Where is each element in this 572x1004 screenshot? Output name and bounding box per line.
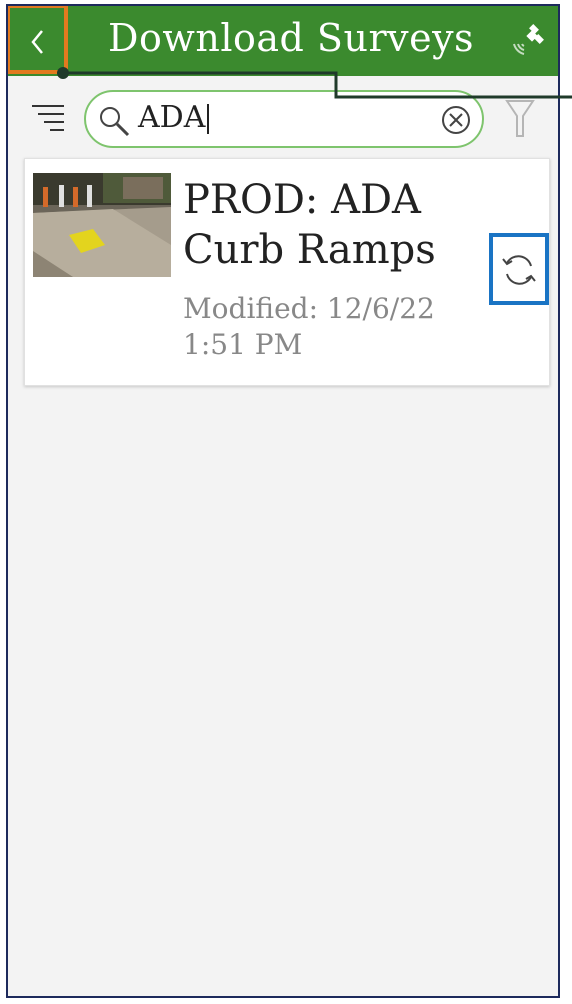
survey-modified-date: Modified: 12/6/22 1:51 PM (183, 292, 435, 361)
survey-thumbnail (33, 173, 171, 277)
survey-list-item[interactable]: PROD: ADA Curb Ramps Modified: 12/6/22 1… (24, 158, 550, 386)
app-frame: Download Surveys ADA PROD: ADA Curb Ramp… (6, 4, 560, 998)
sync-refresh-icon (502, 255, 536, 285)
callout-leader-line (57, 67, 572, 99)
sync-button[interactable] (489, 233, 549, 305)
survey-title: PROD: ADA Curb Ramps (183, 177, 436, 273)
